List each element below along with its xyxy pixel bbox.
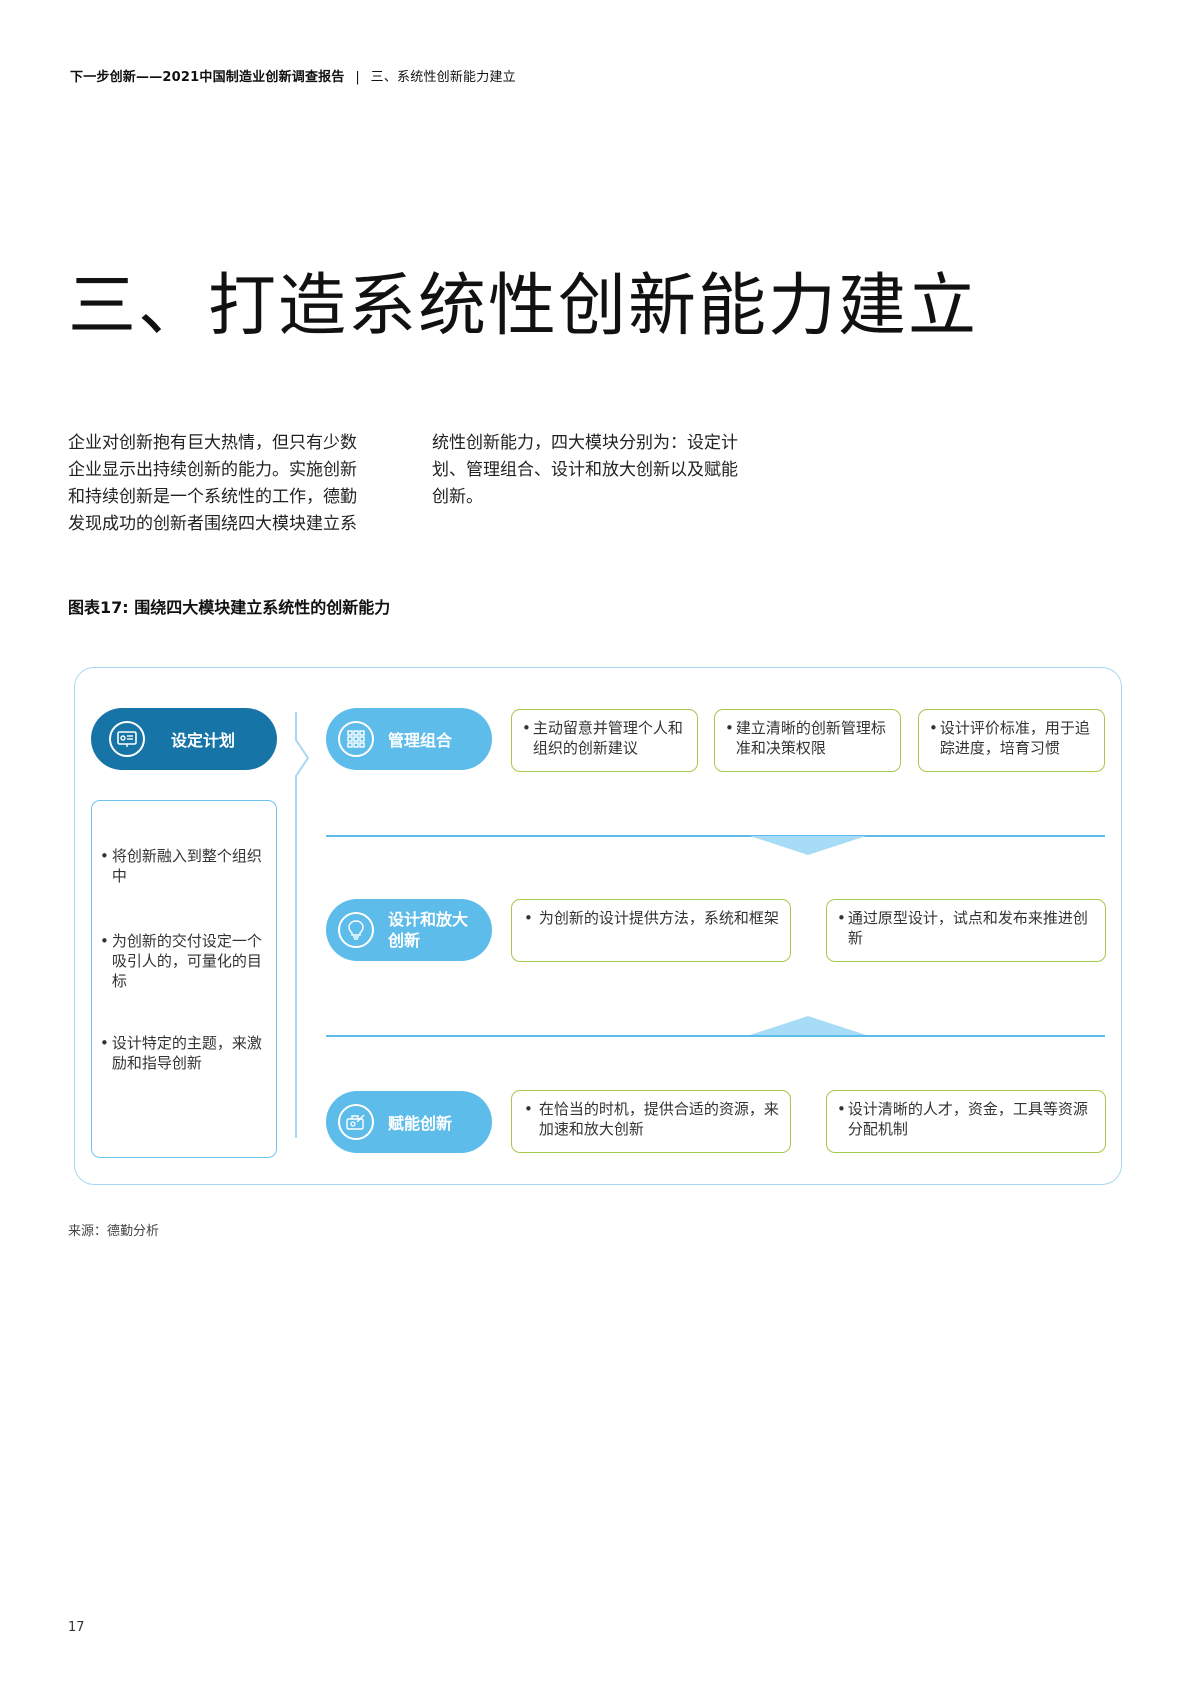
divider-line: [326, 835, 1105, 837]
list-item: • 为创新的交付设定一个吸引人的，可量化的目标: [100, 932, 262, 990]
intro-line: 创新。: [432, 487, 483, 507]
intro-line: 划、管理组合、设计和放大创新以及赋能: [432, 460, 738, 480]
intro-line: 和持续创新是一个系统性的工作，德勤: [68, 487, 357, 507]
module-item-box: • 为创新的设计提供方法，系统和框架: [511, 899, 791, 962]
module-pill-design-scale: 设计和放大创新: [326, 899, 492, 961]
module-item-box: • 设计清晰的人才，资金，工具等资源分配机制: [826, 1090, 1106, 1153]
plan-pill: 设定计划: [91, 708, 277, 770]
module-item-box: • 设计评价标准，用于追踪进度，培育习惯: [918, 709, 1105, 772]
running-header: 下一步创新——2021中国制造业创新调查报告 | 三、系统性创新能力建立: [70, 66, 516, 85]
source-note: 来源：德勤分析: [68, 1224, 160, 1239]
page-number: 17: [68, 1620, 85, 1635]
figure-title: 图表17: 围绕四大模块建立系统性的创新能力: [68, 598, 391, 617]
module-pill-portfolio: 管理组合: [326, 708, 492, 770]
up-arrow-icon: [750, 1016, 866, 1035]
presentation-icon: [109, 721, 145, 757]
down-arrow-icon: [750, 836, 866, 855]
plan-bullets-box: • 将创新融入到整个组织中 • 为创新的交付设定一个吸引人的，可量化的目标 • 设计特…: [91, 800, 277, 1158]
module-item-box: • 主动留意并管理个人和组织的创新建议: [511, 709, 698, 772]
intro-left-column: 企业对创新抱有巨大热情，但只有少数 企业显示出持续创新的能力。实施创新 和持续创…: [68, 430, 408, 538]
intro-right-column: 统性创新能力，四大模块分别为：设定计 划、管理组合、设计和放大创新以及赋能 创新…: [432, 430, 772, 511]
grid-icon: [338, 721, 374, 757]
list-item: • 设计特定的主题，来激励和指导创新: [100, 1034, 262, 1072]
header-separator: |: [355, 70, 360, 85]
intro-line: 企业显示出持续创新的能力。实施创新: [68, 460, 357, 480]
divider-line: [326, 1035, 1105, 1037]
module-item-box: • 通过原型设计，试点和发布来推进创新: [826, 899, 1106, 962]
module-label: 赋能创新: [388, 1114, 453, 1133]
intro-line: 发现成功的创新者围绕四大模块建立系: [68, 514, 357, 534]
page-title: 三、打造系统性创新能力建立: [68, 267, 979, 346]
module-pill-enable: 赋能创新: [326, 1091, 492, 1153]
list-item: • 将创新融入到整个组织中: [100, 847, 262, 885]
module-item-box: • 在恰当的时机，提供合适的资源，来加速和放大创新: [511, 1090, 791, 1153]
lightbulb-icon: [338, 912, 374, 948]
intro-line: 企业对创新抱有巨大热情，但只有少数: [68, 433, 357, 453]
module-label: 设计和放大创新: [388, 910, 469, 950]
flow-chevron-divider: [295, 712, 310, 1138]
header-report-title: 下一步创新——2021中国制造业创新调查报告: [70, 70, 345, 85]
module-label: 管理组合: [388, 731, 453, 750]
plan-label: 设定计划: [171, 731, 236, 750]
toolbox-icon: [338, 1104, 374, 1140]
module-item-box: • 建立清晰的创新管理标准和决策权限: [714, 709, 901, 772]
intro-line: 统性创新能力，四大模块分别为：设定计: [432, 433, 738, 453]
header-section: 三、系统性创新能力建立: [370, 70, 516, 85]
